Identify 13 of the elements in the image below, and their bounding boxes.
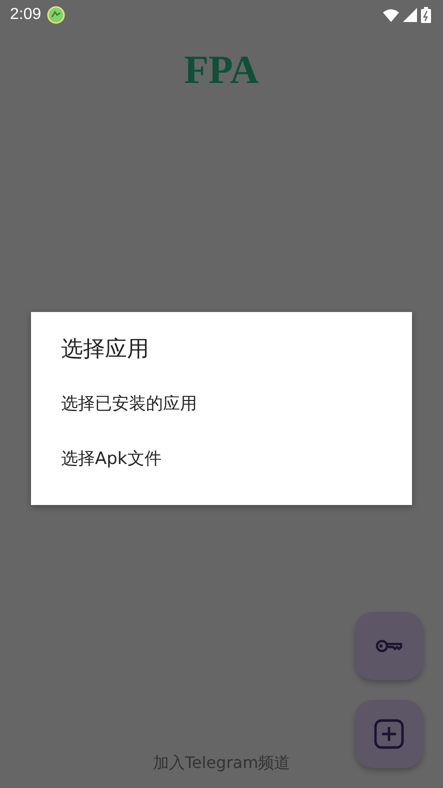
add-icon bbox=[374, 719, 404, 749]
app-notification-icon bbox=[47, 6, 66, 24]
dialog-option[interactable]: 选择已安装的应用 bbox=[31, 376, 412, 431]
add-fab-button[interactable] bbox=[355, 700, 423, 768]
key-fab-button[interactable] bbox=[355, 612, 423, 680]
status-time: 2:09 bbox=[10, 6, 42, 24]
dialog-option[interactable]: 选择Apk文件 bbox=[31, 431, 412, 486]
battery-icon bbox=[421, 7, 431, 23]
app-title: FPA bbox=[184, 46, 259, 93]
key-icon bbox=[375, 638, 403, 654]
signal-icon bbox=[403, 8, 417, 22]
dialog-title: 选择应用 bbox=[60, 336, 150, 364]
wifi-icon bbox=[383, 8, 399, 22]
